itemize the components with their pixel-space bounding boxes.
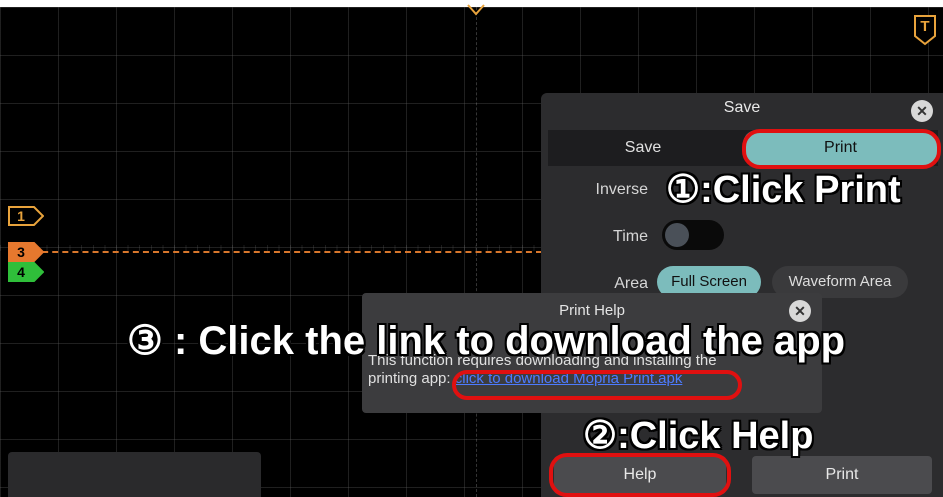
save-tabs: Save Print (548, 130, 938, 166)
time-label: Time (613, 228, 648, 245)
annotation-step1: ①:Click Print (666, 169, 901, 211)
trigger-level-marker[interactable]: T (912, 14, 938, 46)
annotation-step3: ③ : Click the link to download the app (127, 319, 846, 363)
annotation-step2: ②:Click Help (583, 415, 814, 457)
download-mopria-link[interactable]: click to download Mopria Print.apk (455, 370, 683, 387)
ch3-label: 3 (17, 244, 25, 260)
ch1-marker[interactable]: 1 (8, 206, 44, 226)
trigger-position-icon[interactable] (466, 4, 486, 16)
tab-save[interactable]: Save (548, 130, 738, 166)
help-text-line2: printing app: click to download Mopria P… (368, 370, 808, 388)
save-dialog-close-icon[interactable]: ✕ (911, 100, 933, 122)
area-label: Area (614, 275, 648, 292)
print-button[interactable]: Print (752, 456, 932, 494)
ch1-label: 1 (17, 208, 25, 224)
save-dialog-title: Save (723, 99, 761, 116)
ch3-marker[interactable]: 3 (8, 242, 44, 262)
ch3-trace (22, 251, 542, 253)
ch4-label: 4 (17, 264, 25, 280)
tab-print[interactable]: Print (743, 130, 938, 166)
ch4-marker[interactable]: 4 (8, 262, 44, 282)
toggle-knob (665, 223, 689, 247)
time-toggle[interactable] (662, 220, 724, 250)
inverse-label: Inverse (595, 181, 648, 198)
print-help-title: Print Help (559, 302, 625, 319)
help-button[interactable]: Help (554, 456, 726, 494)
trigger-marker-label: T (920, 18, 930, 35)
bottom-left-panel (8, 452, 261, 497)
help-text-prefix: printing app: (368, 370, 455, 387)
